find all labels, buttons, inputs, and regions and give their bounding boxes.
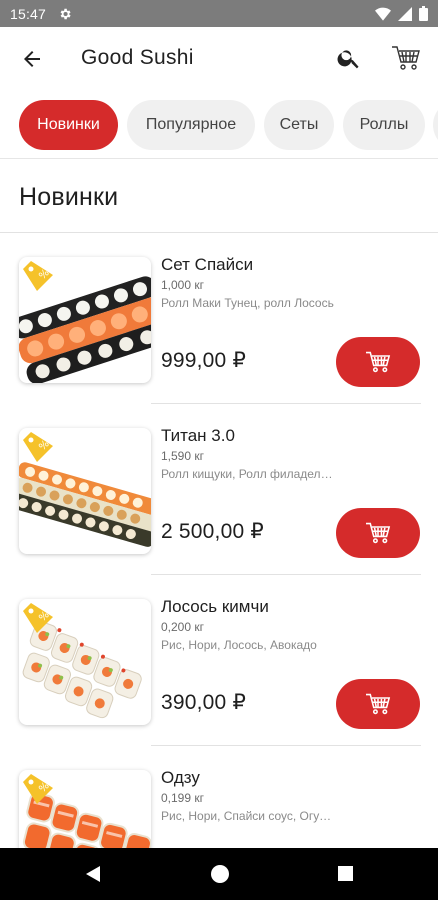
search-icon[interactable]	[336, 45, 362, 71]
signal-icon	[398, 6, 412, 21]
product-weight: 0,200 кг	[161, 620, 204, 634]
new-tag-icon: %	[23, 432, 53, 462]
product-card[interactable]: % Одзу 0,199 кг Рис, Нори, Спайси соус, …	[0, 746, 438, 848]
product-price: 2 500,00 ₽	[161, 520, 264, 543]
product-weight: 1,590 кг	[161, 449, 204, 463]
app-bar: Good Sushi	[0, 27, 438, 91]
cart-icon[interactable]	[391, 44, 421, 72]
battery-icon	[419, 6, 428, 21]
tab-rolls[interactable]: Роллы	[343, 100, 425, 150]
product-image: %	[19, 428, 151, 554]
new-tag-icon: %	[23, 774, 53, 804]
cart-icon	[366, 693, 391, 715]
app-title: Good Sushi	[81, 46, 194, 69]
product-image: %	[19, 599, 151, 725]
status-bar: 15:47	[0, 0, 438, 27]
section-title: Новинки	[19, 183, 119, 211]
nav-back-icon[interactable]	[84, 865, 102, 883]
tab-novinki[interactable]: Новинки	[19, 100, 118, 150]
product-price: 999,00 ₽	[161, 349, 247, 372]
product-description: Рис, Нори, Лосось, Авокадо	[161, 638, 317, 652]
product-name: Одзу	[161, 768, 200, 787]
product-image: %	[19, 770, 151, 848]
new-tag-icon: %	[23, 603, 53, 633]
new-tag-icon: %	[23, 261, 53, 291]
cart-icon	[366, 522, 391, 544]
cart-icon	[366, 351, 391, 373]
product-description: Ролл Маки Тунец, ролл Лосось	[161, 296, 334, 310]
product-price: 390,00 ₽	[161, 691, 247, 714]
add-to-cart-button[interactable]	[336, 508, 420, 558]
tab-sets[interactable]: Сеты	[264, 100, 334, 150]
add-to-cart-button[interactable]	[336, 679, 420, 729]
add-to-cart-button[interactable]	[336, 337, 420, 387]
system-nav-bar	[0, 848, 438, 900]
status-time: 15:47	[10, 5, 47, 22]
product-card[interactable]: % Титан 3.0 1,590 кг Ролл кищуки, Ролл ф…	[0, 404, 438, 575]
product-weight: 1,000 кг	[161, 278, 204, 292]
product-card[interactable]: % Сет Спайси 1,000 кг Ролл Маки Тунец, р…	[0, 233, 438, 404]
product-description: Ролл кищуки, Ролл филадельфия	[161, 467, 336, 481]
category-tabs: Новинки Популярное Сеты Роллы	[0, 91, 438, 159]
product-image: %	[19, 257, 151, 383]
back-arrow-icon[interactable]	[20, 47, 44, 71]
product-description: Рис, Нори, Спайси соус, Огурец	[161, 809, 336, 823]
product-card[interactable]: % Лосось кимчи 0,200 кг Рис, Нори, Лосос…	[0, 575, 438, 746]
nav-recents-icon[interactable]	[338, 866, 353, 881]
product-name: Лосось кимчи	[161, 597, 269, 616]
nav-home-icon[interactable]	[211, 865, 229, 883]
gear-icon	[58, 7, 72, 21]
product-name: Титан 3.0	[161, 426, 235, 445]
tab-popular[interactable]: Популярное	[127, 100, 255, 150]
tab-more-partial[interactable]	[433, 100, 438, 150]
product-weight: 0,199 кг	[161, 791, 204, 805]
wifi-icon	[375, 7, 391, 21]
product-name: Сет Спайси	[161, 255, 254, 274]
